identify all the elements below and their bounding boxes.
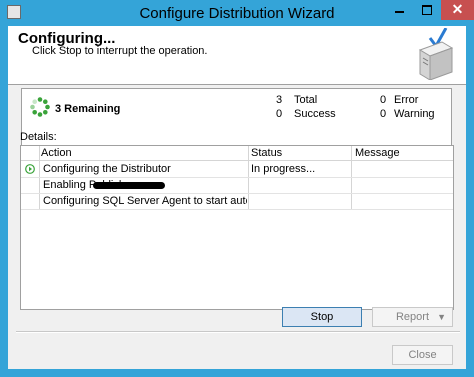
redaction-mark xyxy=(93,182,165,189)
chevron-down-icon: ▼ xyxy=(437,312,446,322)
remaining-count: 3 Remaining xyxy=(55,103,121,115)
warning-count: 0 xyxy=(380,108,387,120)
page-subtitle: Click Stop to interrupt the operation. xyxy=(32,45,208,57)
details-label: Details: xyxy=(20,131,57,143)
status-summary: 3 Remaining 3 Total 0 Success 0 Error 0 … xyxy=(21,88,452,148)
column-header-message[interactable]: Message xyxy=(355,147,400,159)
column-header-action[interactable]: Action xyxy=(41,147,72,159)
table-row[interactable]: Configuring SQL Server Agent to start au… xyxy=(21,193,453,209)
table-row[interactable]: Enabling Publisher xyxy=(21,177,453,193)
column-header-status[interactable]: Status xyxy=(251,147,282,159)
error-label: Error xyxy=(394,94,419,106)
wizard-header: Configuring... Click Stop to interrupt t… xyxy=(8,26,466,85)
table-row[interactable]: Configuring the Distributor In progress.… xyxy=(21,161,453,177)
server-icon xyxy=(418,28,454,80)
table-header: Action Status Message xyxy=(21,146,453,161)
row-status: In progress... xyxy=(251,163,316,175)
row-action: Configuring SQL Server Agent to start au… xyxy=(43,195,247,207)
minimize-button[interactable] xyxy=(387,0,413,20)
warning-label: Warning xyxy=(394,108,435,120)
close-icon: ✕ xyxy=(451,1,464,17)
total-count: 3 xyxy=(276,94,283,106)
error-count: 0 xyxy=(380,94,387,106)
close-button[interactable]: Close xyxy=(392,345,453,365)
in-progress-icon xyxy=(25,164,35,174)
success-count: 0 xyxy=(276,108,283,120)
client-area: Configuring... Click Stop to interrupt t… xyxy=(8,26,466,369)
stop-button[interactable]: Stop xyxy=(282,307,362,327)
progress-spinner-icon xyxy=(30,97,50,117)
close-window-button[interactable]: ✕ xyxy=(441,0,474,20)
report-button[interactable]: Report ▼ xyxy=(372,307,453,327)
wizard-window: Configure Distribution Wizard ✕ Configur… xyxy=(0,0,474,377)
divider xyxy=(16,332,460,333)
maximize-button[interactable] xyxy=(414,0,440,20)
total-label: Total xyxy=(294,94,318,106)
success-label: Success xyxy=(294,108,336,120)
title-bar[interactable]: Configure Distribution Wizard ✕ xyxy=(0,0,474,26)
details-table[interactable]: Action Status Message Configuring the Di… xyxy=(20,145,454,310)
report-button-label: Report xyxy=(395,311,430,323)
row-divider xyxy=(21,209,453,210)
row-action: Configuring the Distributor xyxy=(43,163,171,175)
